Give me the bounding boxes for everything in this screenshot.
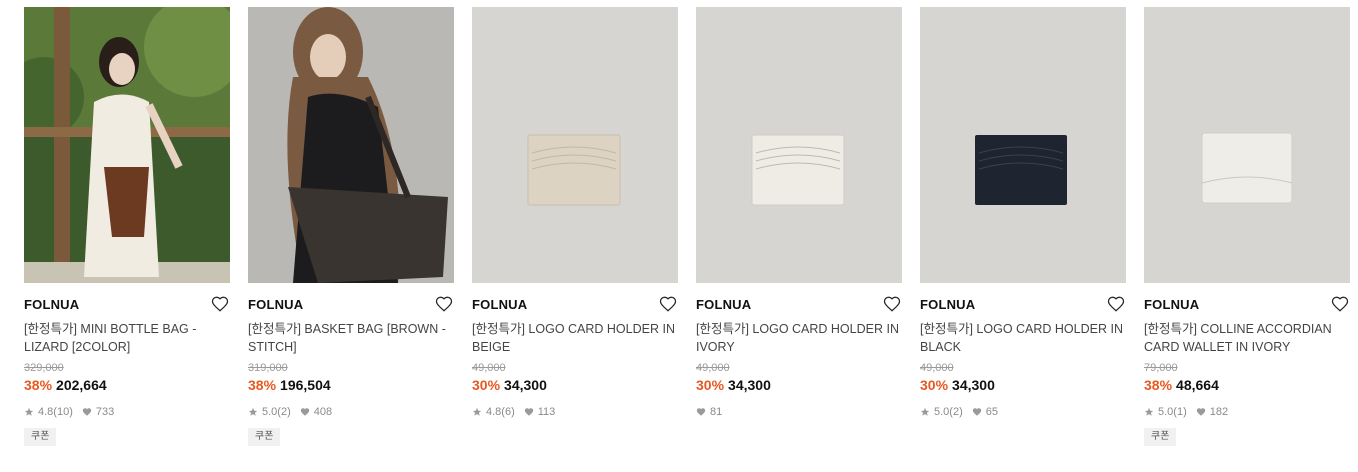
wishlist-heart-icon[interactable] [435,295,453,313]
product-image[interactable] [472,7,678,283]
price-row: 30% 34,300 [920,376,1126,394]
product-image[interactable] [24,7,230,283]
brand-name[interactable]: FOLNUA [1144,297,1350,313]
product-photo-basket-bag [248,7,454,283]
product-photo-card-holder-black [920,7,1126,283]
review-count: (2) [949,406,963,418]
price-row: 30% 34,300 [696,376,902,394]
discount-rate: 38% [24,377,53,393]
wishlist-heart-icon[interactable] [1331,295,1349,313]
rating: 4.8 [38,406,54,418]
product-title[interactable]: [한정특가] LOGO CARD HOLDER IN BLACK [920,320,1126,356]
original-price: 49,000 [696,362,730,374]
heart-filled-icon [82,408,92,416]
product-image[interactable] [696,7,902,283]
review-count: (1) [1173,406,1187,418]
product-meta: 5.0 (2) 65 [920,405,1126,419]
like-count: 81 [710,406,723,418]
original-price: 79,000 [1144,362,1178,374]
price-row: 38% 48,664 [1144,376,1350,394]
sale-price: 48,664 [1176,377,1219,393]
discount-rate: 30% [472,377,501,393]
product-title[interactable]: [한정특가] LOGO CARD HOLDER IN IVORY [696,320,902,356]
product-title[interactable]: [한정특가] MINI BOTTLE BAG - LIZARD [2COLOR] [24,320,230,356]
star-icon [920,407,930,416]
product-photo-card-holder-ivory [696,7,902,283]
product-card[interactable]: FOLNUA [한정특가] COLLINE ACCORDIAN CARD WAL… [1144,7,1350,446]
star-icon [24,407,34,416]
original-price: 49,000 [920,362,954,374]
like-count: 733 [95,406,115,418]
heart-filled-icon [524,408,533,416]
rating: 5.0 [262,406,278,418]
product-image[interactable] [920,7,1126,283]
like-count: 182 [1209,406,1229,418]
sale-price: 202,664 [56,377,107,393]
discount-rate: 38% [248,377,277,393]
heart-filled-icon [696,408,706,416]
price-row: 38% 196,504 [248,376,454,394]
original-price: 49,000 [472,362,506,374]
product-card[interactable]: FOLNUA [한정특가] MINI BOTTLE BAG - LIZARD [… [24,7,230,446]
product-photo-accordian-wallet-ivory [1144,7,1350,283]
heart-filled-icon [1196,408,1205,416]
price-row: 38% 202,664 [24,376,230,394]
product-card[interactable]: FOLNUA [한정특가] BASKET BAG [BROWN - STITCH… [248,7,454,446]
like-count: 65 [985,406,998,418]
star-icon [248,407,258,416]
sale-price: 196,504 [280,377,331,393]
review-count: (2) [277,406,291,418]
price-row: 30% 34,300 [472,376,678,394]
wishlist-heart-icon[interactable] [883,295,901,313]
rating: 5.0 [934,406,950,418]
product-title[interactable]: [한정특가] BASKET BAG [BROWN - STITCH] [248,320,454,356]
wishlist-heart-icon[interactable] [659,295,677,313]
discount-rate: 30% [920,377,949,393]
product-title[interactable]: [한정특가] LOGO CARD HOLDER IN BEIGE [472,320,678,356]
product-title[interactable]: [한정특가] COLLINE ACCORDIAN CARD WALLET IN … [1144,320,1350,356]
product-meta: 5.0 (2) 408 [248,405,454,419]
product-image[interactable] [1144,7,1350,283]
product-photo-mini-bottle-bag [24,7,230,283]
wishlist-heart-icon[interactable] [1107,295,1125,313]
like-count: 408 [313,406,333,418]
product-grid: FOLNUA [한정특가] MINI BOTTLE BAG - LIZARD [… [0,0,1358,472]
coupon-badge: 쿠폰 [24,428,57,446]
product-card[interactable]: FOLNUA [한정특가] LOGO CARD HOLDER IN BEIGE … [472,7,678,419]
star-icon [1144,407,1154,416]
product-meta: 5.0 (1) 182 [1144,405,1350,419]
brand-name[interactable]: FOLNUA [24,297,230,313]
discount-rate: 30% [696,377,725,393]
discount-rate: 38% [1144,377,1173,393]
original-price: 319,000 [248,362,288,374]
brand-name[interactable]: FOLNUA [696,297,902,313]
product-photo-card-holder-beige [472,7,678,283]
wishlist-heart-icon[interactable] [211,295,229,313]
product-image[interactable] [248,7,454,283]
product-card[interactable]: FOLNUA [한정특가] LOGO CARD HOLDER IN BLACK … [920,7,1126,419]
like-count: 113 [537,406,556,418]
product-meta: 81 [696,405,902,419]
review-count: (6) [501,406,515,418]
sale-price: 34,300 [952,377,995,393]
original-price: 329,000 [24,362,64,374]
coupon-badge: 쿠폰 [248,428,281,446]
product-meta: 4.8 (6) 113 [472,405,678,419]
brand-name[interactable]: FOLNUA [920,297,1126,313]
review-count: (10) [53,406,73,418]
brand-name[interactable]: FOLNUA [248,297,454,313]
sale-price: 34,300 [728,377,771,393]
rating: 4.8 [486,406,502,418]
coupon-badge: 쿠폰 [1144,428,1177,446]
rating: 5.0 [1158,406,1174,418]
heart-filled-icon [300,408,309,416]
heart-filled-icon [972,408,981,416]
star-icon [472,407,482,416]
sale-price: 34,300 [504,377,547,393]
product-card[interactable]: FOLNUA [한정특가] LOGO CARD HOLDER IN IVORY … [696,7,902,419]
brand-name[interactable]: FOLNUA [472,297,678,313]
product-meta: 4.8 (10) 733 [24,405,230,419]
